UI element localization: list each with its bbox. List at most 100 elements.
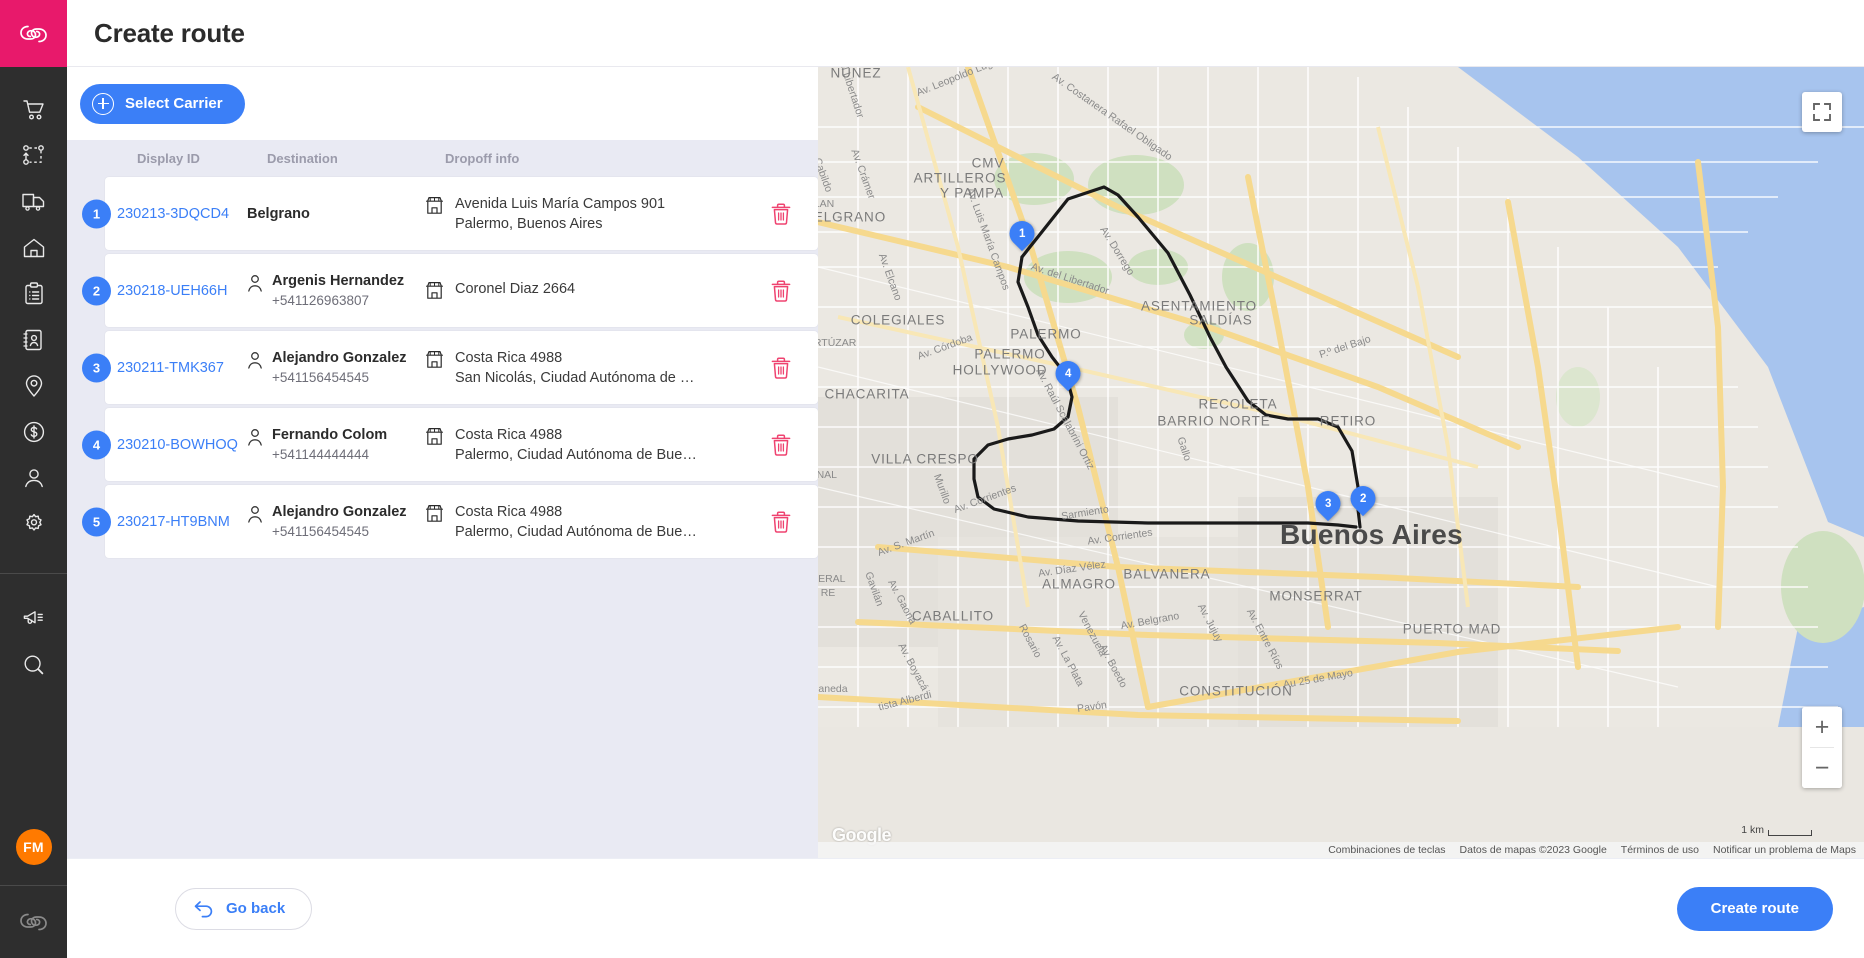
contact-name: Alejandro Gonzalez	[272, 350, 407, 366]
map-footer-data: Datos de mapas ©2023 Google	[1459, 844, 1607, 856]
row-card: 230211-TMK367 Alejandro Gonzalez +54115645…	[105, 331, 818, 404]
trash-icon	[771, 510, 791, 533]
user-icon	[24, 469, 43, 488]
map-base-svg	[818, 67, 1864, 727]
sidebar-item-settings[interactable]	[0, 501, 67, 547]
select-carrier-button[interactable]: Select Carrier	[80, 83, 245, 124]
sidebar-item-announcements[interactable]	[0, 596, 67, 642]
row-actions	[744, 429, 818, 461]
bottom-action-bar: Go back Create route	[67, 858, 1864, 958]
delete-stop-button[interactable]	[766, 352, 796, 384]
contact-name: Alejandro Gonzalez	[272, 504, 407, 520]
row-index-badge: 1	[82, 199, 111, 228]
route-network-icon	[22, 145, 44, 165]
zoom-in-button[interactable]: +	[1802, 707, 1842, 747]
table-row[interactable]: 1 230213-3DQCD4 Belgrano Avenida Luis María…	[67, 177, 818, 250]
table-row[interactable]: 5 230217-HT9BNM Alejandro Gonzalez +5411564…	[67, 485, 818, 558]
delete-stop-button[interactable]	[766, 429, 796, 461]
map-footer-shortcuts[interactable]: Combinaciones de teclas	[1328, 844, 1445, 856]
dropoff-address: Costa Rica 4988	[455, 426, 563, 443]
destination-cell: Alejandro Gonzalez +541156454545	[247, 350, 425, 385]
table-row[interactable]: 3 230211-TMK367 Alejandro Gonzalez +5411564…	[67, 331, 818, 404]
sidebar-item-tasks[interactable]	[0, 271, 67, 317]
sidebar-item-home[interactable]	[0, 225, 67, 271]
store-icon	[426, 282, 443, 299]
delete-stop-button[interactable]	[766, 198, 796, 230]
zoom-out-button[interactable]: −	[1802, 748, 1842, 788]
map-stop-pin[interactable]: 4	[1050, 355, 1086, 394]
sidebar-divider	[0, 573, 67, 574]
trash-icon	[771, 356, 791, 379]
pin-body: 2	[1345, 480, 1381, 517]
go-back-label: Go back	[226, 900, 286, 917]
delete-stop-button[interactable]	[766, 275, 796, 307]
display-id-link[interactable]: 230217-HT9BNM	[117, 514, 247, 530]
map-stop-pin[interactable]: 2	[1345, 480, 1381, 519]
table-row[interactable]: 2 230218-UEH66H Argenis Hernandez +54112696…	[67, 254, 818, 327]
map-panel[interactable]: Av. Leopoldo LugonesAv. del LibertadorAv…	[818, 67, 1864, 858]
app-logo-top[interactable]	[0, 0, 67, 67]
row-index-badge: 2	[82, 276, 111, 305]
go-back-button[interactable]: Go back	[175, 887, 313, 930]
row-actions	[744, 198, 818, 230]
destination-cell: Fernando Colom +541144444444	[247, 427, 425, 462]
sidebar-item-fleet[interactable]	[0, 179, 67, 225]
row-card: 230213-3DQCD4 Belgrano Avenida Luis María …	[105, 177, 818, 250]
fullscreen-button[interactable]	[1802, 92, 1842, 132]
map-footer-terms[interactable]: Términos de uso	[1621, 844, 1699, 856]
avatar-wrapper: FM	[15, 829, 52, 865]
display-id-link[interactable]: 230210-BOWHOQ	[117, 437, 247, 453]
dropoff-address: Costa Rica 4988	[455, 503, 563, 520]
dropoff-address: Avenida Luis María Campos 901	[455, 195, 666, 212]
shopping-cart-icon	[22, 100, 44, 120]
sidebar-item-routes[interactable]	[0, 133, 67, 179]
contact-phone: +541156454545	[272, 370, 369, 385]
dropoff-address: Coronel Diaz 2664	[455, 281, 576, 297]
clipboard-icon	[24, 282, 43, 305]
contact-phone: +541156454545	[272, 524, 369, 539]
table-header-row: Display ID Destination Dropoff info	[67, 140, 818, 177]
app-root: FM Create route Select Carrier Display I…	[0, 0, 1864, 958]
trash-icon	[771, 279, 791, 302]
dropoff-locality: Palermo, Ciudad Autónoma de Buen…	[455, 523, 703, 540]
pin-number: 1	[1018, 227, 1026, 240]
dropoff-locality: Palermo, Ciudad Autónoma de Buen…	[455, 446, 703, 463]
body-area: Select Carrier Display ID Destination Dr…	[67, 67, 1864, 858]
map-scale-bar: 1 km	[1741, 824, 1812, 836]
sidebar-item-users[interactable]	[0, 455, 67, 501]
display-id-link[interactable]: 230218-UEH66H	[117, 283, 247, 299]
avatar[interactable]: FM	[15, 829, 52, 865]
row-actions	[744, 275, 818, 307]
pin-body: 3	[1310, 485, 1346, 522]
display-id-link[interactable]: 230211-TMK367	[117, 360, 247, 376]
sidebar-item-search[interactable]	[0, 642, 67, 688]
trash-icon	[771, 202, 791, 225]
dropoff-locality: Palermo, Buenos Aires	[455, 215, 603, 232]
contact-name: Belgrano	[247, 205, 310, 222]
display-id-link[interactable]: 230213-3DQCD4	[117, 206, 247, 222]
map-stop-pin[interactable]: 3	[1310, 485, 1346, 524]
map-stop-pin[interactable]: 1	[1004, 215, 1040, 254]
dollar-circle-icon	[23, 421, 44, 443]
row-index-badge: 3	[82, 353, 111, 382]
sidebar-item-orders[interactable]	[0, 87, 67, 133]
delete-stop-button[interactable]	[766, 506, 796, 538]
table-rows-container: 1 230213-3DQCD4 Belgrano Avenida Luis María…	[67, 177, 818, 558]
sidebar-item-locations[interactable]	[0, 363, 67, 409]
dropoff-locality: San Nicolás, Ciudad Autónoma de Bu…	[455, 369, 703, 386]
dropoff-info-cell: Costa Rica 4988 San Nicolás, Ciudad Autón…	[425, 350, 744, 386]
destination-cell: Alejandro Gonzalez +541156454545	[247, 504, 425, 539]
map-attribution-footer: Combinaciones de teclas Datos de mapas ©…	[818, 842, 1864, 858]
store-icon	[426, 504, 443, 522]
cloud-logo-icon	[19, 913, 47, 931]
sidebar-item-billing[interactable]	[0, 409, 67, 455]
sidebar-item-contacts[interactable]	[0, 317, 67, 363]
person-icon	[248, 352, 262, 369]
pin-number: 3	[1324, 497, 1332, 510]
map-footer-report[interactable]: Notificar un problema de Maps	[1713, 844, 1856, 856]
truck-icon	[21, 193, 44, 211]
table-row[interactable]: 4 230210-BOWHOQ Fernando Colom +54114444444…	[67, 408, 818, 481]
create-route-button[interactable]: Create route	[1676, 886, 1833, 931]
home-icon	[23, 238, 44, 258]
select-carrier-label: Select Carrier	[125, 95, 223, 112]
